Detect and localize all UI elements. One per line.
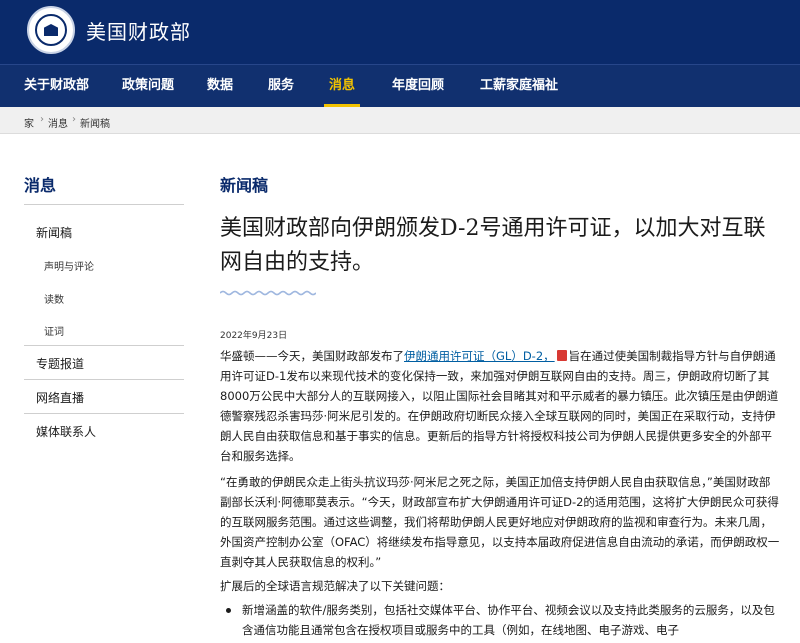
sidebar-divider <box>24 413 184 414</box>
article-paragraph-3: 扩展后的全球语言规范解决了以下关键问题： <box>220 579 450 593</box>
decorative-wave-divider <box>220 290 316 296</box>
article-headline: 美国财政部向伊朗颁发D-2号通用许可证，以加大对互联网自由的支持。 <box>220 216 766 275</box>
breadcrumb-news[interactable]: 消息 <box>48 115 68 130</box>
sidebar-item-media-contacts[interactable]: 媒体联系人 <box>36 423 96 440</box>
article-paragraph-2: “在勇敢的伊朗民众走上街头抗议玛莎·阿米尼之死之际，美国正加倍支持伊朗人民自由获… <box>220 475 780 569</box>
key-issues-list: 新增涵盖的软件/服务类别，包括社交媒体平台、协作平台、视频会议以及支持此类服务的… <box>220 600 780 640</box>
sidebar-item-testimony[interactable]: 证词 <box>44 323 64 338</box>
breadcrumb-separator: › <box>40 114 44 125</box>
seal-ring <box>35 14 67 46</box>
sidebar-divider <box>24 204 184 205</box>
sidebar-divider <box>24 345 184 346</box>
sidebar-item-readouts[interactable]: 读数 <box>44 291 64 306</box>
nav-item-services[interactable]: 服务 <box>268 65 294 107</box>
breadcrumb: 家 › 消息 › 新闻稿 <box>0 107 800 134</box>
sidebar-divider <box>24 379 184 380</box>
breadcrumb-separator: › <box>72 114 76 125</box>
nav-item-policy-issues[interactable]: 政策问题 <box>122 65 174 107</box>
sidebar-item-webcasts[interactable]: 网络直播 <box>36 389 84 406</box>
breadcrumb-press-releases: 新闻稿 <box>80 119 110 130</box>
nav-item-year-in-review[interactable]: 年度回顾 <box>392 65 444 107</box>
section-label[interactable]: 新闻稿 <box>220 172 268 196</box>
list-item: 新增涵盖的软件/服务类别，包括社交媒体平台、协作平台、视频会议以及支持此类服务的… <box>220 600 780 640</box>
breadcrumb-home[interactable]: 家 <box>24 115 34 130</box>
seal-shield <box>44 24 58 36</box>
list-item-text: 新增涵盖的软件/服务类别，包括社交媒体平台、协作平台、视频会议以及支持此类服务的… <box>242 603 775 637</box>
site-header: 美国财政部 <box>0 0 800 64</box>
pdf-icon[interactable] <box>556 350 567 361</box>
paragraph-1-body: 旨在通过使美国制裁指导方针与自伊朗通用许可证D-1发布以来现代技术的变化保持一致… <box>220 349 779 463</box>
paragraph-1-lead: 华盛顿——今天，美国财政部发布了 <box>220 349 404 363</box>
bullet-icon <box>226 608 231 613</box>
sidebar-item-statements[interactable]: 声明与评论 <box>44 258 94 273</box>
article-date: 2022年9月23日 <box>220 331 288 341</box>
sidebar-item-featured-stories[interactable]: 专题报道 <box>36 355 84 372</box>
sidebar-title[interactable]: 消息 <box>24 172 56 196</box>
site-title[interactable]: 美国财政部 <box>86 16 191 45</box>
nav-item-about[interactable]: 关于财政部 <box>24 65 89 107</box>
treasury-seal-icon[interactable] <box>27 6 75 54</box>
main-nav: 关于财政部 政策问题 数据 服务 消息 年度回顾 工薪家庭福祉 <box>0 64 800 107</box>
sidebar-item-press-releases[interactable]: 新闻稿 <box>36 224 72 241</box>
nav-item-data[interactable]: 数据 <box>207 65 233 107</box>
nav-item-working-families[interactable]: 工薪家庭福祉 <box>480 65 558 107</box>
nav-item-news[interactable]: 消息 <box>329 65 355 107</box>
article-paragraph-1: 华盛顿——今天，美国财政部发布了伊朗通用许可证（GL）D-2， 旨在通过使美国制裁… <box>220 346 780 466</box>
general-license-link[interactable]: 伊朗通用许可证（GL）D-2， <box>404 349 555 363</box>
